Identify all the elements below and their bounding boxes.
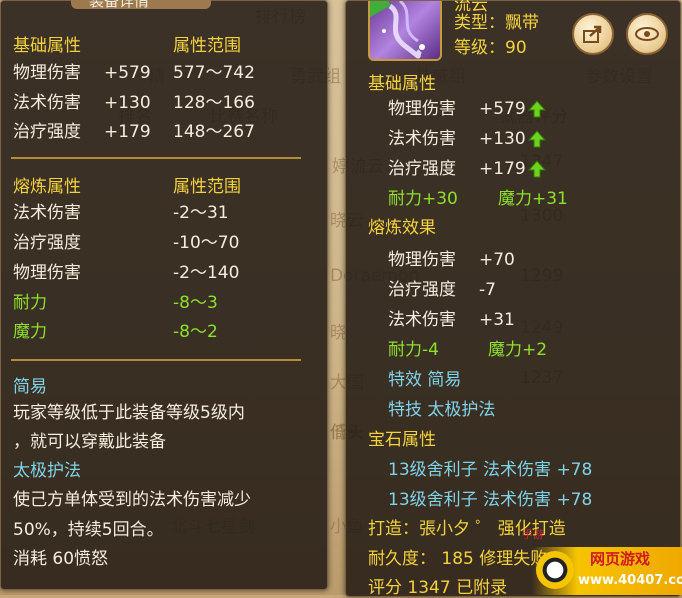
attr-name: 法术伤害 xyxy=(388,129,456,149)
refine-bonus-stamina: 耐力-4 xyxy=(388,340,439,360)
panel-title-tab: 装备详情 xyxy=(71,0,211,10)
equipment-detail-panel: 装备详情 基础属性 属性范围 物理伤害 +579 577～742 法术伤害 +1… xyxy=(0,0,328,590)
base-bonus-mana: 魔力+31 xyxy=(498,189,568,209)
attr-range: 577～742 xyxy=(173,63,255,83)
green-up-arrow-icon xyxy=(528,160,546,178)
watermark-title: 网页游戏 xyxy=(590,550,651,568)
item-icon xyxy=(368,1,442,61)
green-up-arrow-icon xyxy=(528,100,546,118)
base-attributes-title: 基础属性 xyxy=(13,36,81,56)
attr-value: +179 xyxy=(104,122,151,142)
mascot-face-icon xyxy=(536,551,574,589)
gem-attributes-title: 宝石属性 xyxy=(368,430,436,450)
refine-attr-name: 耐力 xyxy=(13,293,47,313)
green-up-arrow-icon xyxy=(528,130,546,148)
score-line: 评分 1347 已附录 xyxy=(368,578,508,598)
refine-attr-name: 治疗强度 xyxy=(388,280,456,300)
item-level: 等级：90 xyxy=(454,38,527,58)
refine-attributes-title: 熔炼属性 xyxy=(13,177,81,197)
attr-value: +130 xyxy=(104,93,151,113)
attribute-range-title: 属性范围 xyxy=(173,36,241,56)
share-icon xyxy=(583,25,602,43)
special-effect-line: 特效 简易 xyxy=(388,370,462,390)
special-skill-desc-line1: 使己方单体受到的法术伤害减少 xyxy=(13,490,251,510)
refine-attr-name: 物理伤害 xyxy=(388,250,456,270)
base-bonus-stamina: 耐力+30 xyxy=(388,189,458,209)
share-button[interactable] xyxy=(572,13,614,55)
attr-range: 148～267 xyxy=(173,122,255,142)
refine-attr-range: -8～2 xyxy=(173,322,218,342)
refine-attr-range: -2～140 xyxy=(173,263,240,283)
special-effect-desc-line1: 玩家等级低于此装备等级5级内 xyxy=(13,403,245,423)
skill-cost: 消耗 60愤怒 xyxy=(13,549,109,569)
attr-name: 治疗强度 xyxy=(388,159,456,179)
attr-range: 128～166 xyxy=(173,93,255,113)
attr-name: 法术伤害 xyxy=(13,93,81,113)
special-skill-title: 太极护法 xyxy=(13,461,81,481)
refine-attr-value: +70 xyxy=(479,250,515,270)
view-button[interactable] xyxy=(626,13,668,55)
attr-name: 物理伤害 xyxy=(13,63,81,83)
attr-value: +579 xyxy=(104,63,151,83)
refine-attr-name: 魔力 xyxy=(13,322,47,342)
refine-effect-title: 熔炼效果 xyxy=(368,218,436,238)
section-divider xyxy=(11,157,301,159)
special-skill-desc-line2: 50%，持续5回合。 xyxy=(13,520,164,540)
refine-range-title: 属性范围 xyxy=(173,177,241,197)
item-tooltip-panel: 流云 类型：飘带 等级：90 基础属性 物理伤害 +579 法术伤害 +130 … xyxy=(345,0,681,598)
refine-attr-range: -10～70 xyxy=(173,233,240,253)
refine-attr-value: +31 xyxy=(479,310,515,330)
attr-value: +579 xyxy=(479,99,526,119)
special-effect-title: 简易 xyxy=(13,377,47,397)
gem-row: 13级舍利子 法术伤害 +78 xyxy=(388,460,593,480)
refine-attr-range: -2～31 xyxy=(173,203,229,223)
watermark-side-text: 手游 xyxy=(522,528,544,541)
base-attributes-title: 基础属性 xyxy=(368,74,436,94)
section-divider xyxy=(11,359,301,361)
gem-row: 13级舍利子 法术伤害 +78 xyxy=(388,490,593,510)
site-watermark-logo: 网页游戏 www.40407.com 手游 xyxy=(522,528,682,595)
refine-attr-name: 物理伤害 xyxy=(13,263,81,283)
refine-attr-name: 法术伤害 xyxy=(13,203,81,223)
refine-attr-value: -7 xyxy=(479,280,496,300)
special-skill-line: 特技 太极护法 xyxy=(388,400,496,420)
attr-name: 物理伤害 xyxy=(388,99,456,119)
refine-attr-range: -8～3 xyxy=(173,293,218,313)
attr-value: +130 xyxy=(479,129,526,149)
eye-icon xyxy=(635,27,659,41)
panel-title: 装备详情 xyxy=(89,0,150,10)
refine-attr-name: 治疗强度 xyxy=(13,233,81,253)
durability-line: 耐久度： 185 修理失败 xyxy=(368,549,548,569)
attr-name: 治疗强度 xyxy=(13,122,81,142)
refine-bonus-mana: 魔力+2 xyxy=(488,340,548,360)
attr-value: +179 xyxy=(479,159,526,179)
watermark-url: www.40407.com xyxy=(578,573,682,588)
special-effect-desc-line2: ，就可以穿戴此装备 xyxy=(13,432,166,452)
item-type: 类型：飘带 xyxy=(454,13,539,33)
refine-attr-name: 法术伤害 xyxy=(388,310,456,330)
